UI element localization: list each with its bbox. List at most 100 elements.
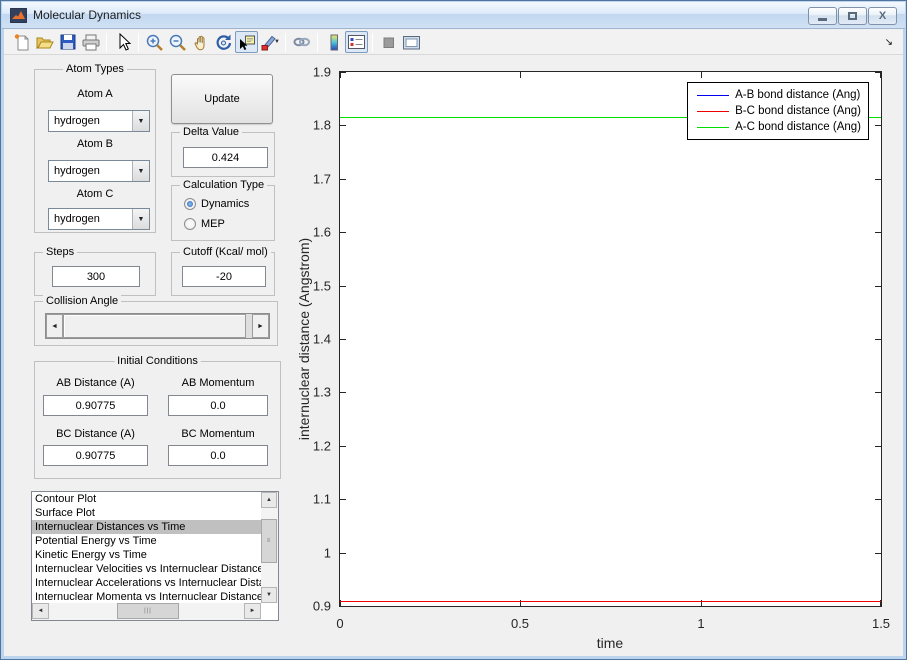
steps-group: Steps <box>34 246 156 296</box>
y-tick <box>875 392 881 393</box>
brush-dropdown-arrow[interactable]: ▼ <box>274 39 280 45</box>
collision-angle-slider[interactable]: ◄ ► <box>45 313 270 339</box>
ab-distance-field[interactable] <box>43 395 148 416</box>
vertical-scroll-thumb[interactable]: ≡ <box>261 519 277 563</box>
series-line <box>340 601 881 603</box>
delta-value-field[interactable] <box>183 147 268 168</box>
y-tick <box>340 392 346 393</box>
data-cursor-button[interactable] <box>235 31 258 53</box>
legend-entry: B-C bond distance (Ang) <box>697 103 861 119</box>
atom-b-value: hydrogen <box>54 165 100 177</box>
minimize-button[interactable] <box>808 7 837 25</box>
legend-label: B-C bond distance (Ang) <box>735 105 861 117</box>
close-icon: X <box>878 10 887 22</box>
insert-colorbar-button[interactable] <box>322 31 345 53</box>
y-tick-label: 1 <box>323 545 331 561</box>
list-item[interactable]: Contour Plot <box>32 492 261 506</box>
chevron-down-icon[interactable]: ▼ <box>132 111 149 131</box>
calculation-type-title: Calculation Type <box>180 179 268 191</box>
zoom-out-button[interactable] <box>166 31 189 53</box>
rotate-3d-button[interactable] <box>212 31 235 53</box>
hide-plot-tools-icon <box>383 37 394 48</box>
link-plot-button[interactable] <box>290 31 313 53</box>
chevron-down-icon[interactable]: ▼ <box>132 161 149 181</box>
save-figure-button[interactable] <box>56 31 79 53</box>
y-tick-label: 0.9 <box>312 598 331 614</box>
zoom-in-button[interactable] <box>143 31 166 53</box>
list-item[interactable]: Internuclear Momenta vs Internuclear Dis… <box>32 590 261 603</box>
brush-data-button[interactable]: ▼ <box>258 31 281 53</box>
legend[interactable]: A-B bond distance (Ang) B-C bond distance… <box>687 82 869 140</box>
collision-angle-title: Collision Angle <box>43 295 122 307</box>
y-tick <box>875 446 881 447</box>
scroll-down-icon[interactable]: ▼ <box>261 587 277 603</box>
maximize-button[interactable] <box>838 7 867 25</box>
y-tick <box>875 179 881 180</box>
list-item[interactable]: Kinetic Energy vs Time <box>32 548 261 562</box>
ab-momentum-field[interactable] <box>168 395 268 416</box>
toolbar-separator <box>372 32 373 52</box>
insert-legend-button[interactable] <box>345 31 368 53</box>
scroll-left-icon[interactable]: ◄ <box>32 603 49 619</box>
show-plot-tools-button[interactable] <box>400 31 423 53</box>
y-tick <box>875 339 881 340</box>
chevron-down-icon[interactable]: ▼ <box>132 209 149 229</box>
title-bar: Molecular Dynamics X <box>2 2 905 29</box>
close-button[interactable]: X <box>868 7 897 25</box>
legend-line-sample <box>697 94 730 96</box>
y-tick-label: 1.9 <box>312 64 331 80</box>
new-figure-icon <box>14 34 28 51</box>
mep-radio[interactable]: MEP <box>184 218 225 230</box>
scroll-up-icon[interactable]: ▲ <box>261 492 277 508</box>
app-window: Molecular Dynamics X ▼ ↘ Atom Types Atom… <box>0 0 907 660</box>
x-tick <box>701 72 702 78</box>
pan-button[interactable] <box>189 31 212 53</box>
toolbar-separator <box>106 32 107 52</box>
y-tick <box>340 232 346 233</box>
y-axis-label: internuclear distance (Angstrom) <box>296 237 312 441</box>
toolbar-separator <box>138 32 139 52</box>
scroll-right-icon[interactable]: ► <box>244 603 261 619</box>
list-item[interactable]: Potential Energy vs Time <box>32 534 261 548</box>
horizontal-scroll-thumb[interactable]: ||| <box>117 603 179 619</box>
matlab-app-icon <box>10 7 27 23</box>
list-item[interactable]: Internuclear Distances vs Time <box>32 520 261 534</box>
slider-left-arrow[interactable]: ◄ <box>46 314 63 338</box>
atom-a-value: hydrogen <box>54 115 100 127</box>
steps-field[interactable] <box>52 266 140 287</box>
toolbar-separator <box>285 32 286 52</box>
legend-icon <box>348 35 365 49</box>
horizontal-scrollbar[interactable]: ◄ ||| ► <box>32 603 261 620</box>
legend-entry: A-B bond distance (Ang) <box>697 87 861 103</box>
y-tick-label: 1.7 <box>312 171 331 187</box>
cutoff-field[interactable] <box>182 266 266 287</box>
list-item[interactable]: Internuclear Accelerations vs Internucle… <box>32 576 261 590</box>
open-file-button[interactable] <box>33 31 56 53</box>
edit-arrow-button[interactable] <box>111 31 134 53</box>
slider-thumb[interactable] <box>63 314 246 338</box>
hide-plot-tools-button[interactable] <box>377 31 400 53</box>
bc-momentum-field[interactable] <box>168 445 268 466</box>
atom-a-dropdown[interactable]: hydrogen ▼ <box>48 110 150 132</box>
atom-c-value: hydrogen <box>54 213 100 225</box>
plot-area[interactable]: A-B bond distance (Ang) B-C bond distance… <box>313 65 890 632</box>
new-figure-button[interactable] <box>10 31 33 53</box>
dynamics-radio[interactable]: Dynamics <box>184 198 249 210</box>
delta-value-group: Delta Value <box>171 126 275 177</box>
list-item[interactable]: Surface Plot <box>32 506 261 520</box>
vertical-scrollbar[interactable]: ▲ ≡ ▼ <box>261 492 278 603</box>
print-button[interactable] <box>79 31 102 53</box>
y-tick <box>340 499 346 500</box>
cutoff-title: Cutoff (Kcal/ mol) <box>180 246 271 258</box>
bc-distance-field[interactable] <box>43 445 148 466</box>
slider-right-arrow[interactable]: ► <box>252 314 269 338</box>
toolbar-overflow-arrow[interactable]: ↘ <box>885 37 893 48</box>
atom-c-dropdown[interactable]: hydrogen ▼ <box>48 208 150 230</box>
update-button[interactable]: Update <box>171 74 273 124</box>
dynamics-radio-label: Dynamics <box>201 198 250 210</box>
y-tick <box>875 553 881 554</box>
y-tick-label: 1.2 <box>312 438 331 454</box>
list-item[interactable]: Internuclear Velocities vs Internuclear … <box>32 562 261 576</box>
atom-b-dropdown[interactable]: hydrogen ▼ <box>48 160 150 182</box>
hand-pan-icon <box>194 35 204 51</box>
